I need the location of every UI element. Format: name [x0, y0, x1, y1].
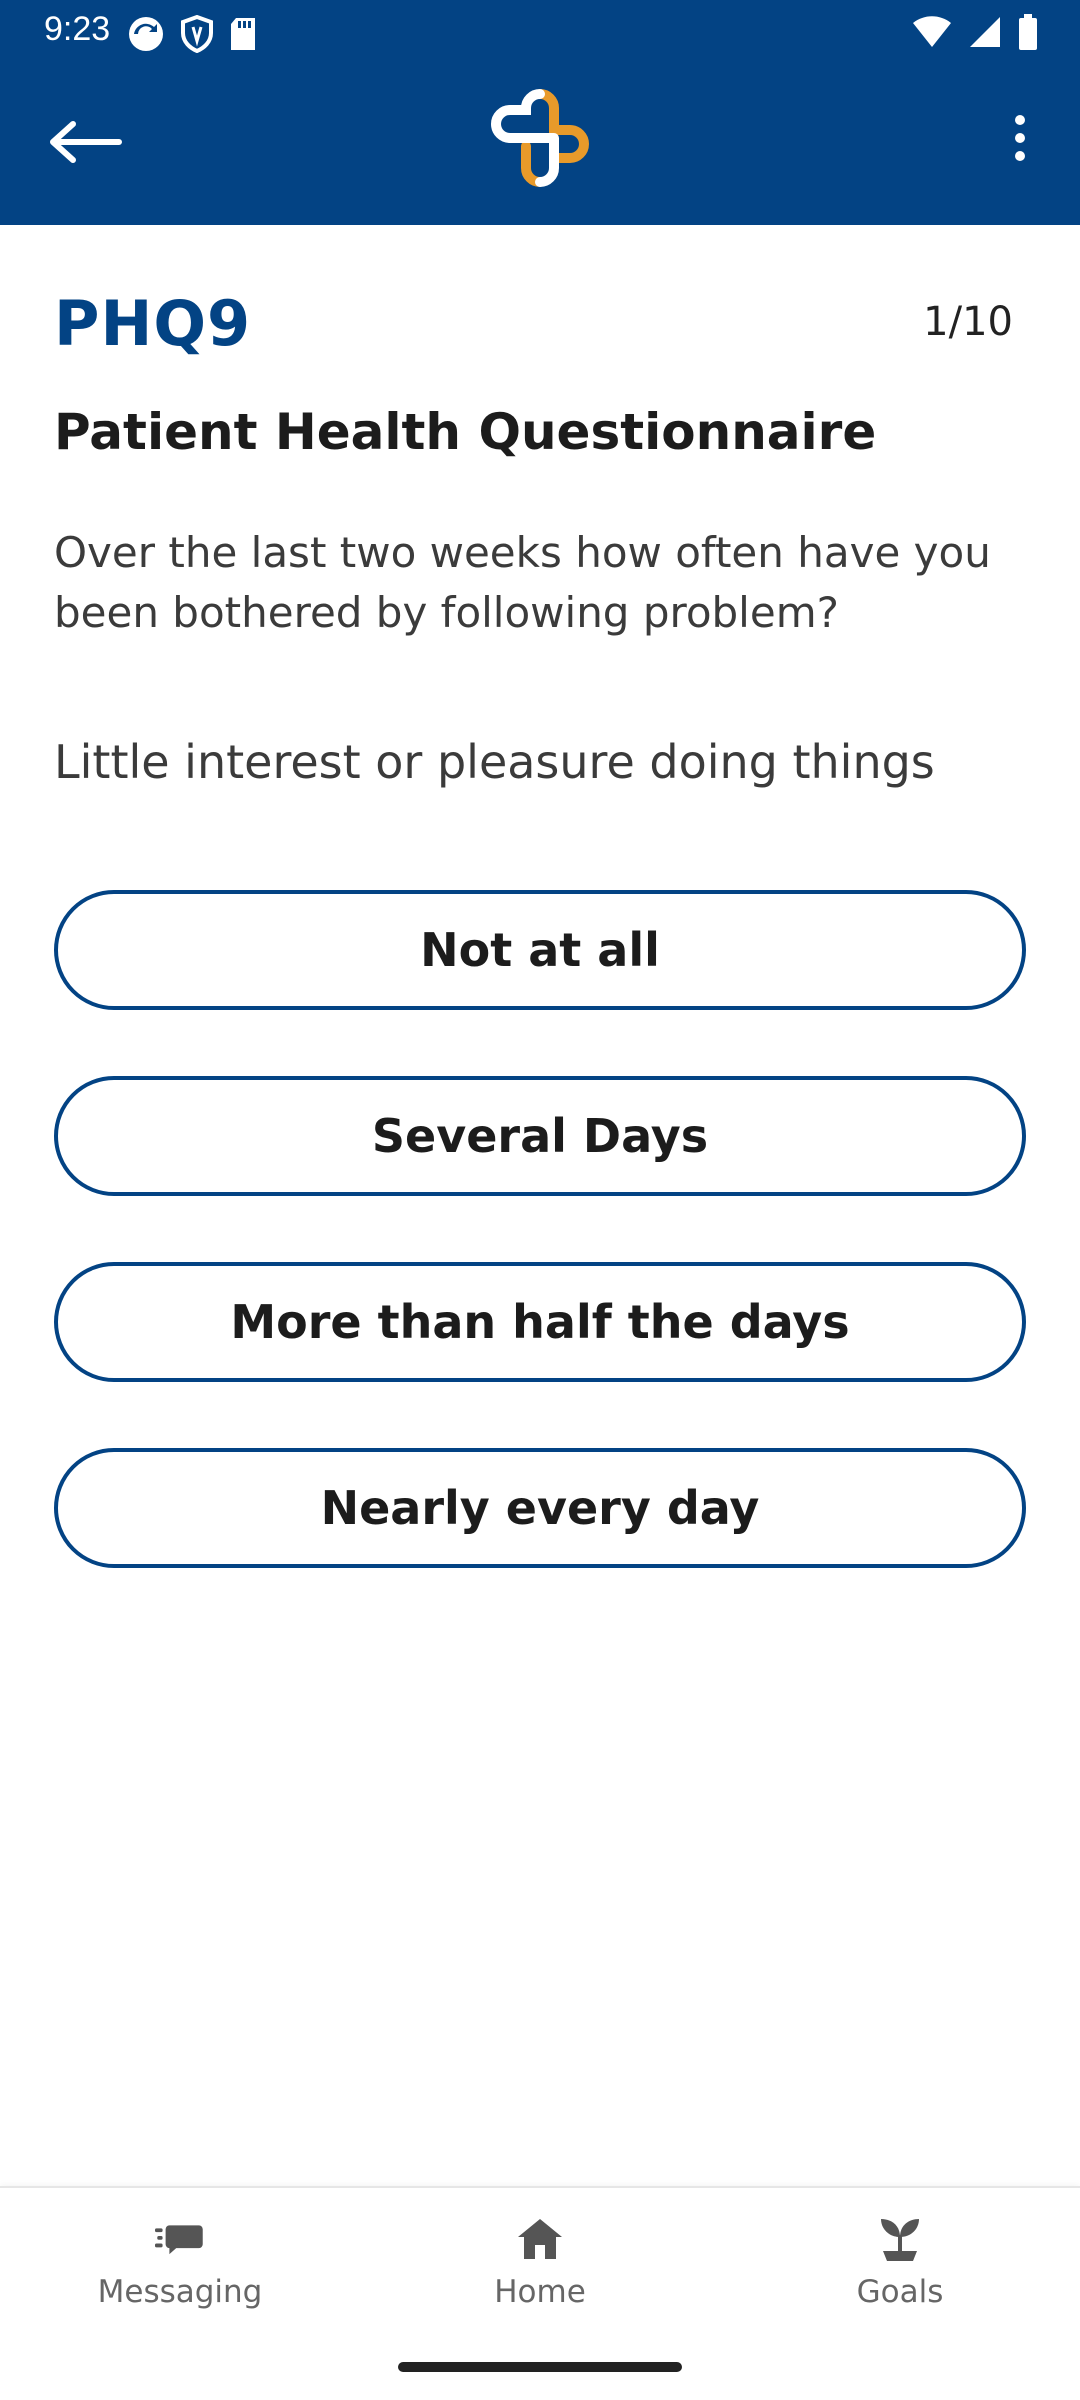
nav-label-goals: Goals	[856, 2274, 944, 2310]
signal-icon	[968, 15, 1002, 53]
sd-card-icon	[228, 16, 258, 56]
answer-more-than-half-button[interactable]: More than half the days	[54, 1262, 1026, 1382]
nav-item-goals[interactable]: Goals	[780, 2214, 1020, 2334]
wifi-icon	[912, 15, 952, 53]
answer-several-days-button[interactable]: Several Days	[54, 1076, 1026, 1196]
status-time: 9:23	[44, 10, 111, 48]
questionnaire-code: PHQ9	[54, 287, 252, 360]
nav-label-home: Home	[494, 2274, 586, 2310]
app-bar	[0, 64, 1080, 225]
battery-icon	[1018, 14, 1038, 54]
vpn-shield-icon	[180, 14, 214, 57]
back-button[interactable]	[40, 104, 130, 184]
answer-nearly-every-day-button[interactable]: Nearly every day	[54, 1448, 1026, 1568]
status-bar: 9:23	[0, 0, 1080, 64]
nav-item-home[interactable]: Home	[420, 2214, 660, 2334]
health-cross-logo	[488, 86, 592, 190]
status-left-icons	[126, 14, 258, 58]
answer-not-at-all-button[interactable]: Not at all	[54, 890, 1026, 1010]
home-icon	[515, 2214, 565, 2264]
more-vertical-icon	[1013, 114, 1027, 166]
nav-item-messaging[interactable]: Messaging	[60, 2214, 300, 2334]
sprout-icon	[875, 2214, 925, 2264]
question-counter: 1/10	[923, 299, 1013, 345]
questionnaire-instructions: Over the last two weeks how often have y…	[54, 528, 991, 637]
arrow-left-icon	[47, 120, 123, 168]
more-options-button[interactable]	[980, 100, 1060, 180]
home-indicator[interactable]	[398, 2362, 682, 2372]
messaging-icon	[155, 2214, 205, 2264]
nav-label-messaging: Messaging	[97, 2274, 263, 2310]
status-right-icons	[912, 14, 1038, 54]
question-text: Little interest or pleasure doing things	[54, 735, 935, 789]
questionnaire-title: Patient Health Questionnaire	[54, 403, 877, 461]
sync-icon	[126, 14, 166, 58]
